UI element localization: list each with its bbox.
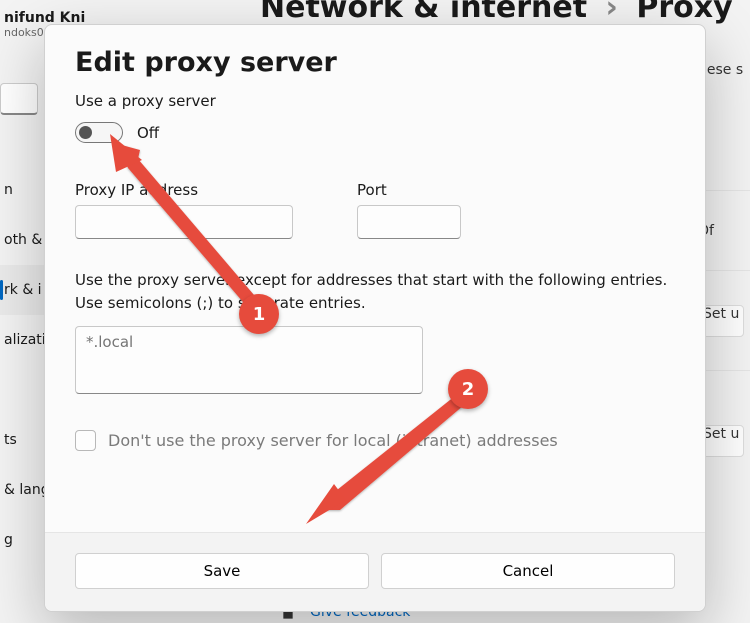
proxy-ip-label: Proxy IP address [75, 181, 293, 199]
dialog-title: Edit proxy server [75, 47, 675, 78]
proxy-port-label: Port [357, 181, 461, 199]
save-button[interactable]: Save [75, 553, 369, 589]
bypass-local-label: Don't use the proxy server for local (in… [108, 431, 558, 450]
cancel-button[interactable]: Cancel [381, 553, 675, 589]
toggle-state-label: Off [137, 124, 159, 142]
proxy-ip-input[interactable] [75, 205, 293, 239]
use-proxy-label: Use a proxy server [75, 92, 675, 110]
use-proxy-toggle[interactable] [75, 122, 123, 143]
exceptions-help-text: Use the proxy server except for addresse… [75, 269, 675, 314]
exceptions-input[interactable] [75, 326, 423, 394]
bypass-local-checkbox[interactable] [75, 430, 96, 451]
edit-proxy-dialog: Edit proxy server Use a proxy server Off… [44, 24, 706, 612]
proxy-port-input[interactable] [357, 205, 461, 239]
